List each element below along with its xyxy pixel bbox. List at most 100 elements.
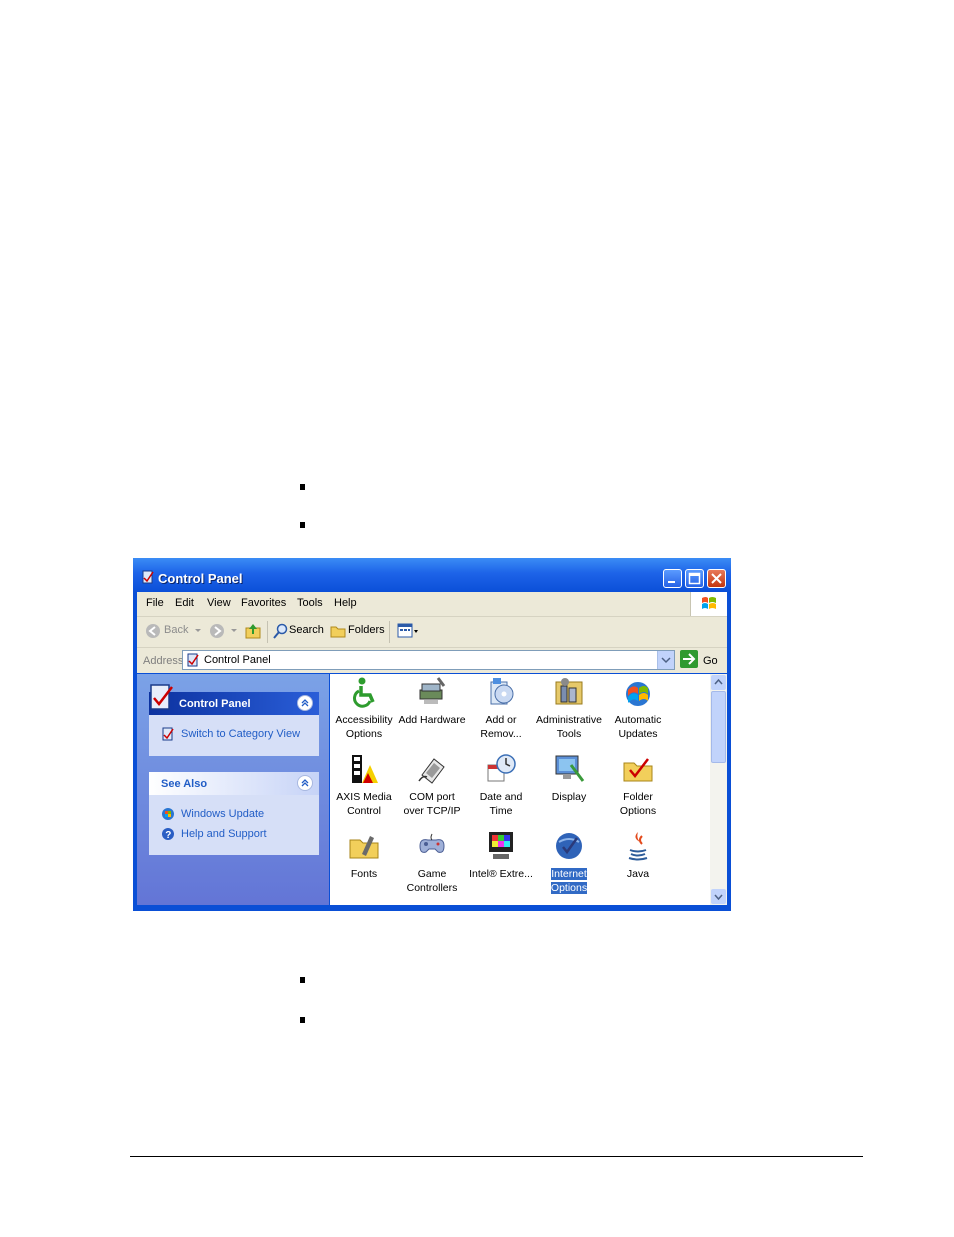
- item-label-selected: Internet Options: [535, 867, 603, 895]
- help-and-support-link[interactable]: Help and Support: [181, 828, 267, 840]
- control-panel-large-icon: [150, 684, 173, 710]
- control-panel-box: Control Panel Switch to Category View: [149, 684, 319, 756]
- bullet-point-2: [300, 522, 305, 528]
- address-label: Address: [143, 655, 184, 667]
- views-icon[interactable]: [397, 623, 419, 639]
- back-dropdown-icon[interactable]: [195, 629, 201, 633]
- com-port-icon: [418, 758, 445, 784]
- see-also-box: See Also Windows Update ? Help and Suppo…: [149, 772, 319, 855]
- axis-media-control-icon: [352, 755, 378, 783]
- address-input[interactable]: Control Panel: [182, 650, 675, 670]
- item-label: Internet Options: [550, 868, 588, 894]
- windows-update-icon: [162, 808, 174, 820]
- collapse-button[interactable]: [297, 775, 313, 791]
- menu-view[interactable]: View: [207, 597, 231, 609]
- scroll-down-button[interactable]: [711, 889, 726, 904]
- control-panel-window: Control Panel File Edit View Favorites T…: [133, 558, 731, 911]
- item-label: Administrative Tools: [536, 714, 602, 740]
- internet-options-icon: [556, 833, 582, 859]
- menu-favorites[interactable]: Favorites: [241, 597, 286, 609]
- address-bar: Address Control Panel Go: [137, 648, 727, 673]
- automatic-updates-icon: [626, 682, 650, 706]
- menu-help[interactable]: Help: [334, 597, 357, 609]
- forward-arrow-icon[interactable]: [209, 623, 225, 639]
- intel-graphics-icon: [489, 832, 513, 859]
- accessibility-icon: [353, 677, 375, 708]
- item-label: Fonts: [350, 868, 378, 880]
- control-panel-box-title: Control Panel: [179, 698, 251, 710]
- date-time-icon: [487, 754, 516, 782]
- toolbar: Back Search Folders: [137, 617, 727, 648]
- item-label: Add or Remov...: [480, 714, 522, 740]
- help-icon: ?: [162, 828, 174, 841]
- add-hardware-icon: [419, 677, 446, 704]
- folder-options-icon: [623, 758, 653, 782]
- maximize-button[interactable]: [685, 569, 704, 588]
- item-label: Display: [551, 791, 587, 803]
- fonts-icon: [349, 836, 379, 859]
- switch-to-category-view-link[interactable]: Switch to Category View: [181, 728, 300, 740]
- scroll-up-button[interactable]: [711, 675, 726, 690]
- minimize-icon: [668, 581, 675, 583]
- back-arrow-icon[interactable]: [145, 623, 161, 639]
- see-also-title: See Also: [161, 778, 208, 790]
- item-label: Add Hardware: [398, 714, 466, 726]
- icon-view: Accessibility Options Add Hardware Add o…: [330, 674, 710, 905]
- folders-button[interactable]: Folders: [348, 624, 385, 636]
- control-panel-icon: [142, 570, 154, 584]
- chevron-up-double-icon: [301, 699, 309, 707]
- close-button[interactable]: [707, 569, 726, 588]
- vertical-scrollbar[interactable]: [710, 674, 727, 905]
- address-dropdown-button[interactable]: [657, 651, 674, 669]
- maximize-icon: [688, 572, 701, 585]
- windows-logo: [690, 592, 727, 616]
- item-label: Automatic Updates: [614, 714, 662, 740]
- go-label[interactable]: Go: [703, 655, 718, 667]
- switch-view-icon: [162, 727, 174, 741]
- collapse-button[interactable]: [297, 695, 313, 711]
- bullet-point-4: [300, 1017, 305, 1023]
- menu-tools[interactable]: Tools: [297, 597, 323, 609]
- chevron-down-icon: [714, 894, 723, 901]
- item-label: Accessibility Options: [335, 714, 393, 740]
- display-icon: [555, 755, 585, 782]
- toolbar-separator: [267, 621, 268, 643]
- menu-edit[interactable]: Edit: [175, 597, 194, 609]
- java-icon: [628, 832, 648, 861]
- back-button[interactable]: Back: [164, 624, 188, 636]
- task-pane: Control Panel Switch to Category View Se…: [137, 674, 329, 905]
- chevron-up-double-icon: [301, 779, 309, 787]
- toolbar-separator: [389, 621, 390, 643]
- game-controllers-icon: [419, 833, 445, 853]
- chevron-down-icon: [661, 657, 671, 664]
- up-folder-icon[interactable]: [244, 622, 262, 640]
- go-button[interactable]: [680, 650, 698, 668]
- see-also-header[interactable]: See Also: [149, 772, 319, 795]
- item-label: Game Controllers: [406, 868, 458, 894]
- control-panel-small-icon: [187, 653, 199, 667]
- scroll-thumb[interactable]: [711, 691, 726, 763]
- add-remove-programs-icon: [490, 678, 514, 705]
- bullet-point-1: [300, 484, 305, 490]
- svg-text:?: ?: [165, 830, 171, 841]
- footer-rule: [130, 1156, 863, 1157]
- minimize-button[interactable]: [663, 569, 682, 588]
- item-label: Folder Options: [619, 791, 657, 817]
- window-title: Control Panel: [158, 571, 243, 586]
- folders-icon[interactable]: [330, 623, 346, 639]
- windows-flag-icon: [702, 597, 716, 609]
- menu-file[interactable]: File: [146, 597, 164, 609]
- item-label: Date and Time: [479, 791, 523, 817]
- search-button[interactable]: Search: [289, 624, 324, 636]
- item-label: Java: [626, 868, 650, 880]
- title-bar[interactable]: Control Panel: [133, 558, 731, 592]
- address-value: Control Panel: [204, 654, 271, 666]
- control-panel-box-header[interactable]: Control Panel: [149, 684, 319, 715]
- item-label: AXIS Media Control: [336, 791, 392, 817]
- go-arrow-icon: [683, 653, 696, 665]
- administrative-tools-icon: [555, 678, 583, 705]
- search-icon[interactable]: [273, 623, 289, 639]
- windows-update-link[interactable]: Windows Update: [181, 808, 264, 820]
- chevron-up-icon: [714, 678, 723, 685]
- forward-dropdown-icon[interactable]: [231, 629, 237, 633]
